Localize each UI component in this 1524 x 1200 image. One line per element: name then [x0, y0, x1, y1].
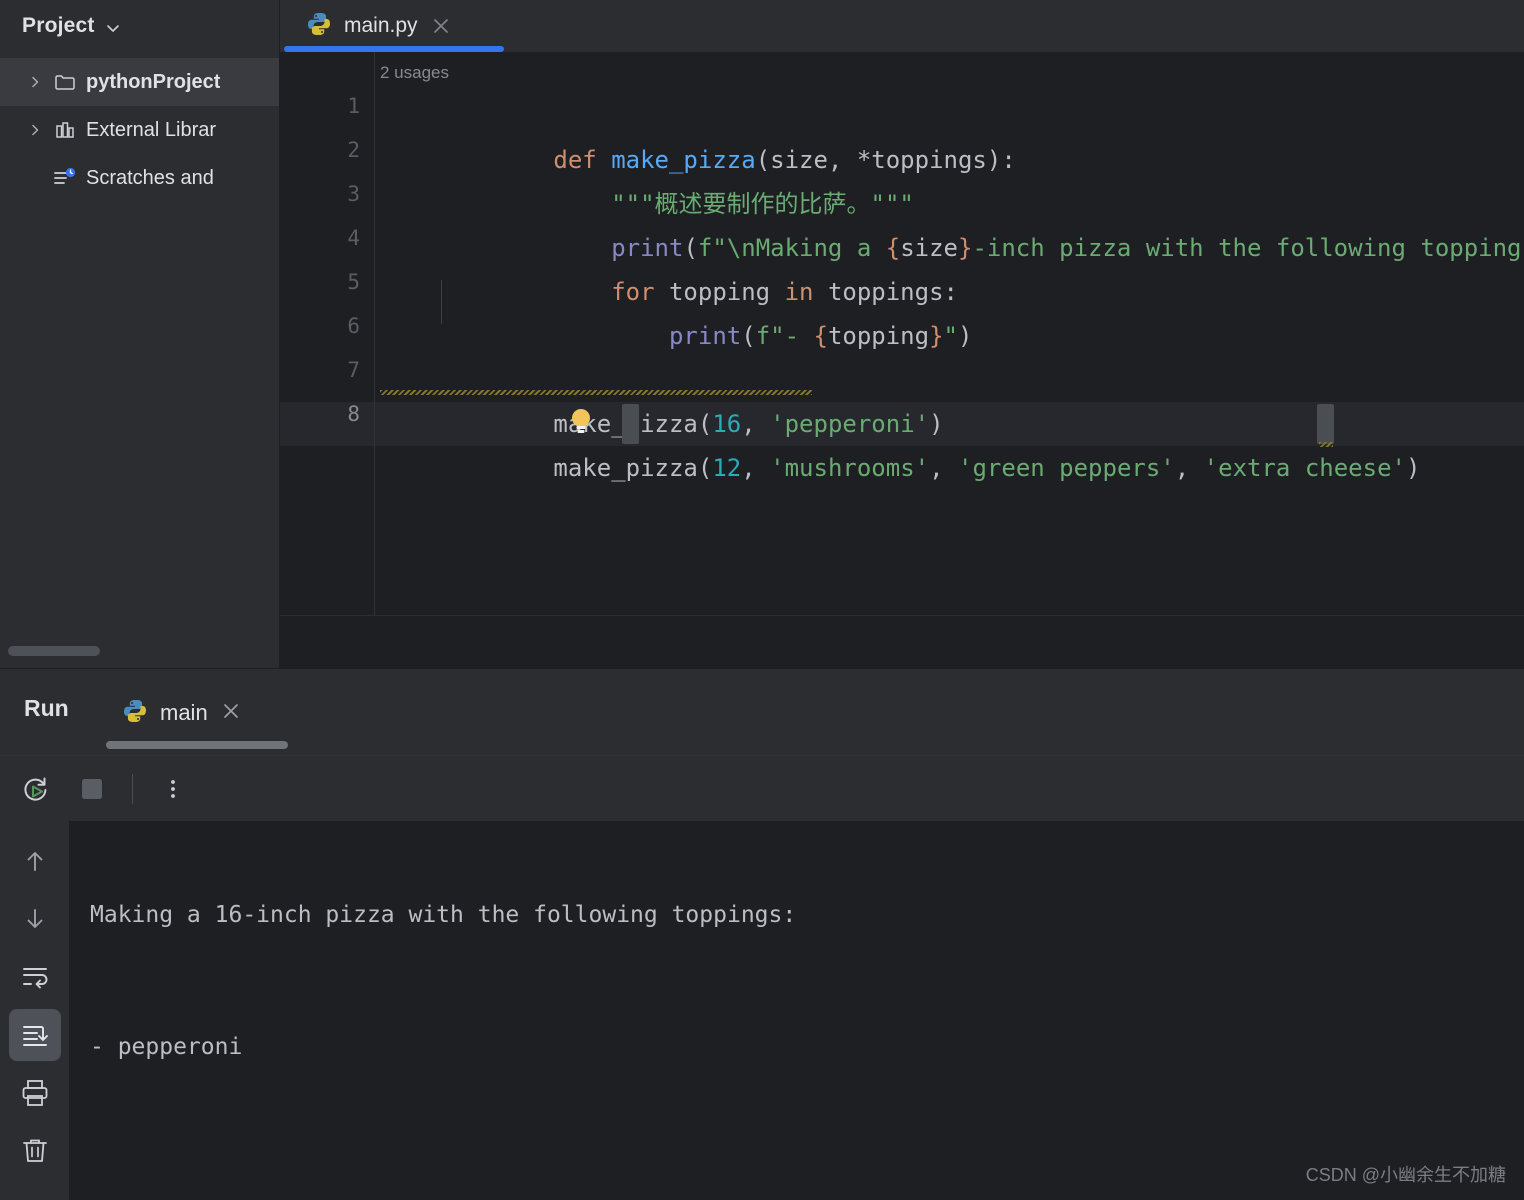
token: (: [741, 322, 756, 350]
token: -inch pizza with the following toppings:…: [972, 234, 1524, 262]
folder-icon: [52, 72, 78, 92]
token: 'green peppers': [958, 454, 1175, 482]
token: 'extra cheese': [1203, 454, 1406, 482]
token: ): [958, 322, 973, 350]
stop-button[interactable]: [66, 763, 118, 815]
chevron-right-icon[interactable]: [26, 123, 44, 137]
token: {: [813, 322, 828, 350]
line-number: 7: [347, 358, 360, 382]
code-line-5: print(f"- {topping}"): [380, 270, 972, 350]
token: topping: [827, 322, 930, 350]
line-number: 4: [347, 226, 360, 250]
close-icon[interactable]: [430, 15, 452, 37]
csdn-watermark: CSDN @小幽余生不加糖: [1305, 1165, 1506, 1185]
token: make_pizza(: [553, 454, 713, 482]
chevron-right-icon[interactable]: [26, 75, 44, 89]
pycharm-window: Project pythonProject External Librar Sc…: [0, 0, 1524, 1200]
token: ,: [1174, 454, 1204, 482]
editor-tabbar: main.py: [280, 0, 1524, 52]
inlay-hint-usages[interactable]: 2 usages: [380, 52, 449, 94]
sidebar-item-label: Scratches and: [86, 166, 214, 189]
console-line: Making a 16-inch pizza with the followin…: [90, 902, 797, 928]
run-tab-label: main: [160, 700, 208, 725]
python-file-icon: [122, 698, 148, 729]
token: ,: [929, 454, 959, 482]
line-number: 1: [347, 94, 360, 118]
trash-icon[interactable]: [9, 1125, 61, 1177]
tab-label: main.py: [344, 14, 418, 37]
top-area: Project pythonProject External Librar Sc…: [0, 0, 1524, 668]
code-area: 1 2 3 4 5 6 7 8 2 usages def make_pizza(…: [280, 52, 1524, 616]
run-panel-title: Run: [24, 695, 69, 721]
project-sidebar: Project pythonProject External Librar Sc…: [0, 0, 280, 668]
token: }: [929, 322, 944, 350]
console-line: - pepperoni: [90, 1034, 243, 1060]
run-panel-header: Run main: [0, 669, 1524, 755]
line-number: 3: [347, 182, 360, 206]
tab-main-py[interactable]: main.py: [284, 0, 470, 52]
scrollbar-thumb[interactable]: [8, 646, 100, 656]
line-number: 8: [347, 402, 360, 426]
page-title: Project: [22, 14, 95, 37]
code-line-2: """概述要制作的比萨。""": [380, 138, 914, 218]
code-line-4: for topping in toppings:: [380, 226, 958, 306]
token: }: [957, 234, 973, 262]
token: print: [668, 322, 742, 350]
sidebar-horizontal-scrollbar[interactable]: [0, 644, 280, 658]
down-button[interactable]: [9, 893, 61, 945]
sidebar-item-scratches[interactable]: Scratches and: [0, 154, 279, 202]
code-line-8: make_pizza(12, 'mushrooms', 'green peppe…: [380, 402, 1420, 482]
line-number: 6: [347, 314, 360, 338]
library-icon: [52, 120, 78, 140]
warning-underline: [1319, 442, 1333, 447]
project-panel-header[interactable]: Project: [0, 0, 279, 52]
code-line-3: print(f"\nMaking a {size}-inch pizza wit…: [380, 182, 1524, 262]
code-line-1: def make_pizza(size, *toppings):: [380, 94, 1015, 174]
scratches-icon: [52, 167, 78, 189]
more-options-button[interactable]: [147, 763, 199, 815]
up-button[interactable]: [9, 835, 61, 887]
editor-bottom-divider: [280, 615, 1524, 616]
console-text[interactable]: Making a 16-inch pizza with the followin…: [70, 821, 1524, 1200]
run-toolbar: [0, 755, 1524, 821]
python-file-icon: [306, 11, 332, 42]
sidebar-item-label: External Librar: [86, 118, 217, 141]
line-number: 5: [347, 270, 360, 294]
rerun-button[interactable]: [10, 763, 62, 815]
run-panel: Run main Making a 16-inch pizza with the…: [0, 668, 1524, 1200]
toolbar-divider: [132, 773, 133, 804]
sidebar-item-external-libraries[interactable]: External Librar: [0, 106, 279, 154]
sidebar-item-label: pythonProject: [86, 70, 221, 93]
soft-wrap-button[interactable]: [9, 951, 61, 1003]
token: 'mushrooms': [770, 454, 930, 482]
close-icon[interactable]: [220, 700, 242, 727]
code-text[interactable]: 2 usages def make_pizza(size, *toppings)…: [375, 52, 1524, 616]
project-tree: pythonProject External Librar Scratches …: [0, 52, 279, 202]
token: f"-: [755, 322, 814, 350]
line-number: 2: [347, 138, 360, 162]
editor-gutter[interactable]: 1 2 3 4 5 6 7 8: [280, 52, 375, 616]
token: 12: [712, 454, 742, 482]
token: ": [943, 322, 958, 350]
active-run-tab-indicator: [106, 741, 288, 749]
warning-underline: [380, 390, 812, 395]
scroll-to-end-button[interactable]: [8, 1009, 61, 1061]
token: ,: [741, 454, 771, 482]
token: ): [1405, 454, 1421, 482]
lightbulb-icon[interactable]: [395, 362, 591, 433]
chevron-down-icon[interactable]: [105, 20, 121, 36]
console-gutter-toolbar: [0, 821, 70, 1200]
print-button[interactable]: [9, 1067, 61, 1119]
editor-pane: main.py 1 2 3 4 5 6 7 8 2 usages def mak…: [280, 0, 1524, 668]
sidebar-item-pythonproject[interactable]: pythonProject: [0, 58, 279, 106]
console-output[interactable]: Making a 16-inch pizza with the followin…: [0, 821, 1524, 1200]
code-line-7: make_pizza(16, 'pepperoni'): [380, 358, 943, 438]
run-tab-main[interactable]: main: [106, 691, 258, 735]
